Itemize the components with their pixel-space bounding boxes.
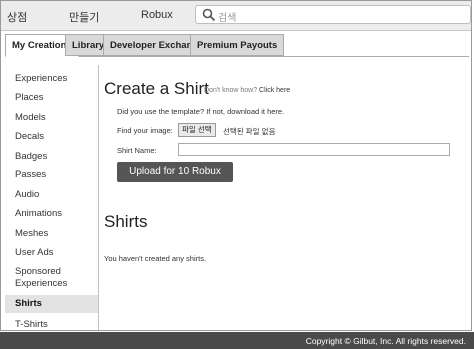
choose-file-button[interactable]: 파일 선택 [178, 123, 216, 137]
nav-robux[interactable]: Robux [141, 9, 173, 21]
file-status: 선택된 파일 없음 [223, 127, 276, 136]
sidebar: Experiences Places Models Decals Badges … [5, 65, 99, 330]
shirts-heading: Shirts [104, 212, 148, 231]
nav-create[interactable]: 만들기 [69, 9, 99, 25]
sidebar-item-places[interactable]: Places [5, 92, 98, 104]
upload-button[interactable]: Upload for 10 Robux [117, 162, 233, 182]
sidebar-item-meshes[interactable]: Meshes [5, 228, 98, 240]
shirt-name-input[interactable] [178, 143, 450, 156]
help-prefix: Don't know how? [204, 87, 258, 94]
sidebar-item-audio[interactable]: Audio [5, 189, 98, 201]
sidebar-item-models[interactable]: Models [5, 112, 98, 124]
help-text: Don't know how? Click here [204, 87, 290, 94]
sidebar-item-shirts[interactable]: Shirts [5, 295, 98, 313]
app-window: 상점 만들기 Robux 검색 My Creations Library Dev… [0, 0, 472, 331]
tab-premium-payouts[interactable]: Premium Payouts [190, 34, 285, 56]
create-shirt-heading: Create a Shirt [104, 79, 209, 98]
sidebar-item-t-shirts[interactable]: T-Shirts [5, 319, 98, 330]
search-placeholder: 검색 [218, 13, 237, 24]
template-hint[interactable]: Did you use the template? If not, downlo… [117, 107, 284, 116]
sidebar-item-experiences[interactable]: Experiences [5, 73, 98, 85]
sidebar-item-sponsored-experiences[interactable]: Sponsored Experiences [5, 266, 85, 290]
image-label: Find your image: [117, 126, 173, 135]
sidebar-item-user-ads[interactable]: User Ads [5, 247, 98, 259]
copyright-text: Copyright © Gilbut, Inc. All rights rese… [305, 336, 466, 346]
sidebar-item-badges[interactable]: Badges [5, 151, 98, 163]
search-box[interactable]: 검색 [195, 5, 471, 24]
nav-store[interactable]: 상점 [7, 9, 27, 25]
sidebar-item-animations[interactable]: Animations [5, 208, 98, 220]
help-link[interactable]: Click here [259, 87, 290, 94]
empty-shirts-message: You haven't created any shirts. [104, 254, 207, 263]
shirt-name-label: Shirt Name: [117, 146, 157, 155]
search-icon [202, 8, 216, 22]
sidebar-item-passes[interactable]: Passes [5, 169, 98, 181]
sidebar-item-decals[interactable]: Decals [5, 131, 98, 143]
copyright-footer: Copyright © Gilbut, Inc. All rights rese… [0, 332, 474, 349]
top-bar: 상점 만들기 Robux 검색 [1, 1, 471, 31]
